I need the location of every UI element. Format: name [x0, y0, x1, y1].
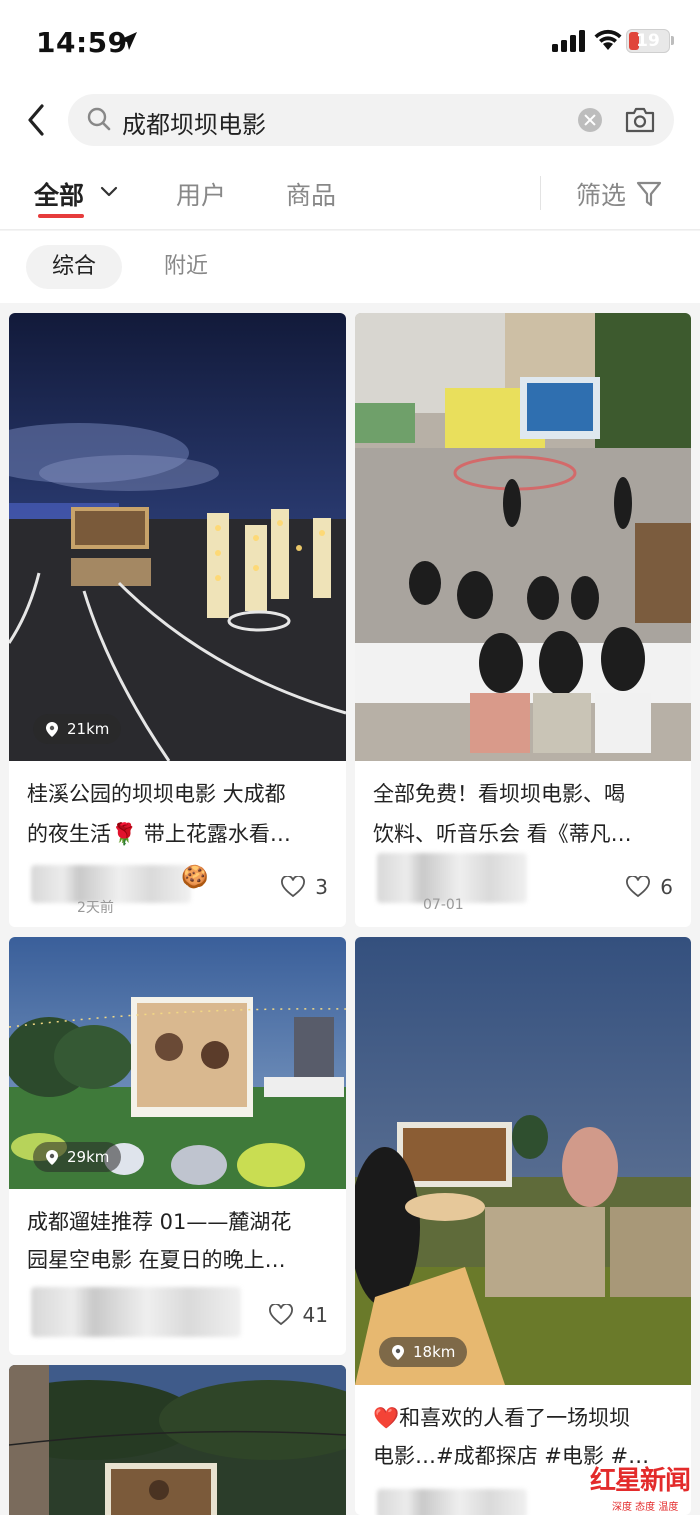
search-query[interactable]: 成都坝坝电影	[122, 105, 266, 140]
battery-icon: 19	[626, 29, 670, 53]
like-count[interactable]: 3	[281, 875, 328, 899]
chip-nearby[interactable]: 附近	[138, 245, 234, 289]
post-title-line1[interactable]: 全部免费！看坝坝电影、喝	[373, 775, 679, 813]
watermark-logo: 红星新闻	[590, 1466, 691, 1496]
chip-general[interactable]: 综合	[26, 245, 122, 289]
post-cover-image	[355, 937, 691, 1385]
author-info-blurred[interactable]	[377, 853, 527, 903]
status-bar: 14:59 19	[0, 0, 700, 84]
wifi-icon	[594, 29, 622, 50]
distance-badge: 29km	[33, 1142, 122, 1172]
status-time: 14:59	[36, 26, 128, 59]
post-cover-image	[9, 1365, 346, 1515]
location-pin-icon	[46, 722, 58, 737]
location-pin-icon	[46, 1150, 58, 1165]
active-tab-indicator	[38, 214, 84, 218]
location-pin-icon	[392, 1345, 404, 1360]
feed-card[interactable]: 全部免费！看坝坝电影、喝 饮料、听音乐会 看《蒂凡… 07-01 6	[355, 313, 691, 927]
heart-icon[interactable]	[268, 1304, 293, 1326]
post-title-line2[interactable]: 园星空电影 在夏日的晚上…	[27, 1241, 333, 1279]
distance-text: 18km	[413, 1343, 456, 1361]
watermark-slogan: 深度 态度 温度	[612, 1502, 679, 1513]
search-type-tabs: 全部 用户 商品 筛选	[0, 164, 700, 230]
post-cover-image	[9, 313, 346, 761]
post-title-line2[interactable]: 的夜生活🌹 带上花露水看…	[27, 815, 333, 853]
camera-icon[interactable]	[624, 105, 656, 135]
battery-level: 19	[636, 31, 660, 51]
feed-card[interactable]: 29km 成都遛娃推荐 01——麓湖花 园星空电影 在夏日的晚上… 41	[9, 937, 346, 1355]
search-input[interactable]: 成都坝坝电影	[68, 94, 674, 146]
feed-card[interactable]: 18km ❤️和喜欢的人看了一场坝坝 电影…#成都探店 #电影 #…	[355, 937, 691, 1515]
chevron-down-icon[interactable]	[100, 186, 118, 198]
post-title-line2[interactable]: 饮料、听音乐会 看《蒂凡…	[373, 815, 679, 853]
tab-user[interactable]: 用户	[176, 176, 226, 212]
tab-all[interactable]: 全部	[34, 176, 84, 212]
post-title-line1[interactable]: ❤️和喜欢的人看了一场坝坝	[373, 1399, 679, 1437]
post-date: 07-01	[423, 897, 464, 913]
sort-chips: 综合 附近	[0, 231, 700, 303]
cookie-emoji-icon: 🍪	[181, 865, 209, 890]
distance-text: 21km	[67, 720, 110, 738]
like-count[interactable]: 41	[268, 1303, 328, 1327]
feed-card[interactable]	[9, 1365, 346, 1515]
feed-card[interactable]: 21km 桂溪公园的坝坝电影 大成都 的夜生活🌹 带上花露水看… 2天前 🍪 3	[9, 313, 346, 927]
search-header: 成都坝坝电影	[0, 84, 700, 164]
filter-button[interactable]: 筛选	[576, 176, 626, 212]
post-cover-image	[355, 313, 691, 761]
post-date: 2天前	[77, 900, 114, 916]
search-icon	[87, 107, 111, 131]
author-info-blurred[interactable]	[31, 1287, 241, 1337]
filter-funnel-icon[interactable]	[636, 180, 662, 208]
cellular-signal-icon	[552, 30, 585, 52]
red-star-news-watermark: 红星新闻 深度 态度 温度	[586, 1460, 696, 1515]
location-arrow-icon	[119, 32, 137, 50]
tab-divider	[540, 176, 541, 210]
like-count[interactable]: 6	[626, 875, 673, 899]
author-info-blurred[interactable]	[377, 1489, 527, 1515]
distance-badge: 18km	[379, 1337, 468, 1367]
back-chevron-icon[interactable]	[22, 100, 52, 140]
post-title-line1[interactable]: 桂溪公园的坝坝电影 大成都	[27, 775, 333, 813]
distance-text: 29km	[67, 1148, 110, 1166]
heart-icon[interactable]	[281, 876, 306, 898]
heart-icon[interactable]	[626, 876, 651, 898]
distance-badge: 21km	[33, 714, 122, 744]
clear-search-icon[interactable]	[578, 108, 602, 132]
post-title-line1[interactable]: 成都遛娃推荐 01——麓湖花	[27, 1203, 333, 1241]
tab-goods[interactable]: 商品	[286, 176, 336, 212]
